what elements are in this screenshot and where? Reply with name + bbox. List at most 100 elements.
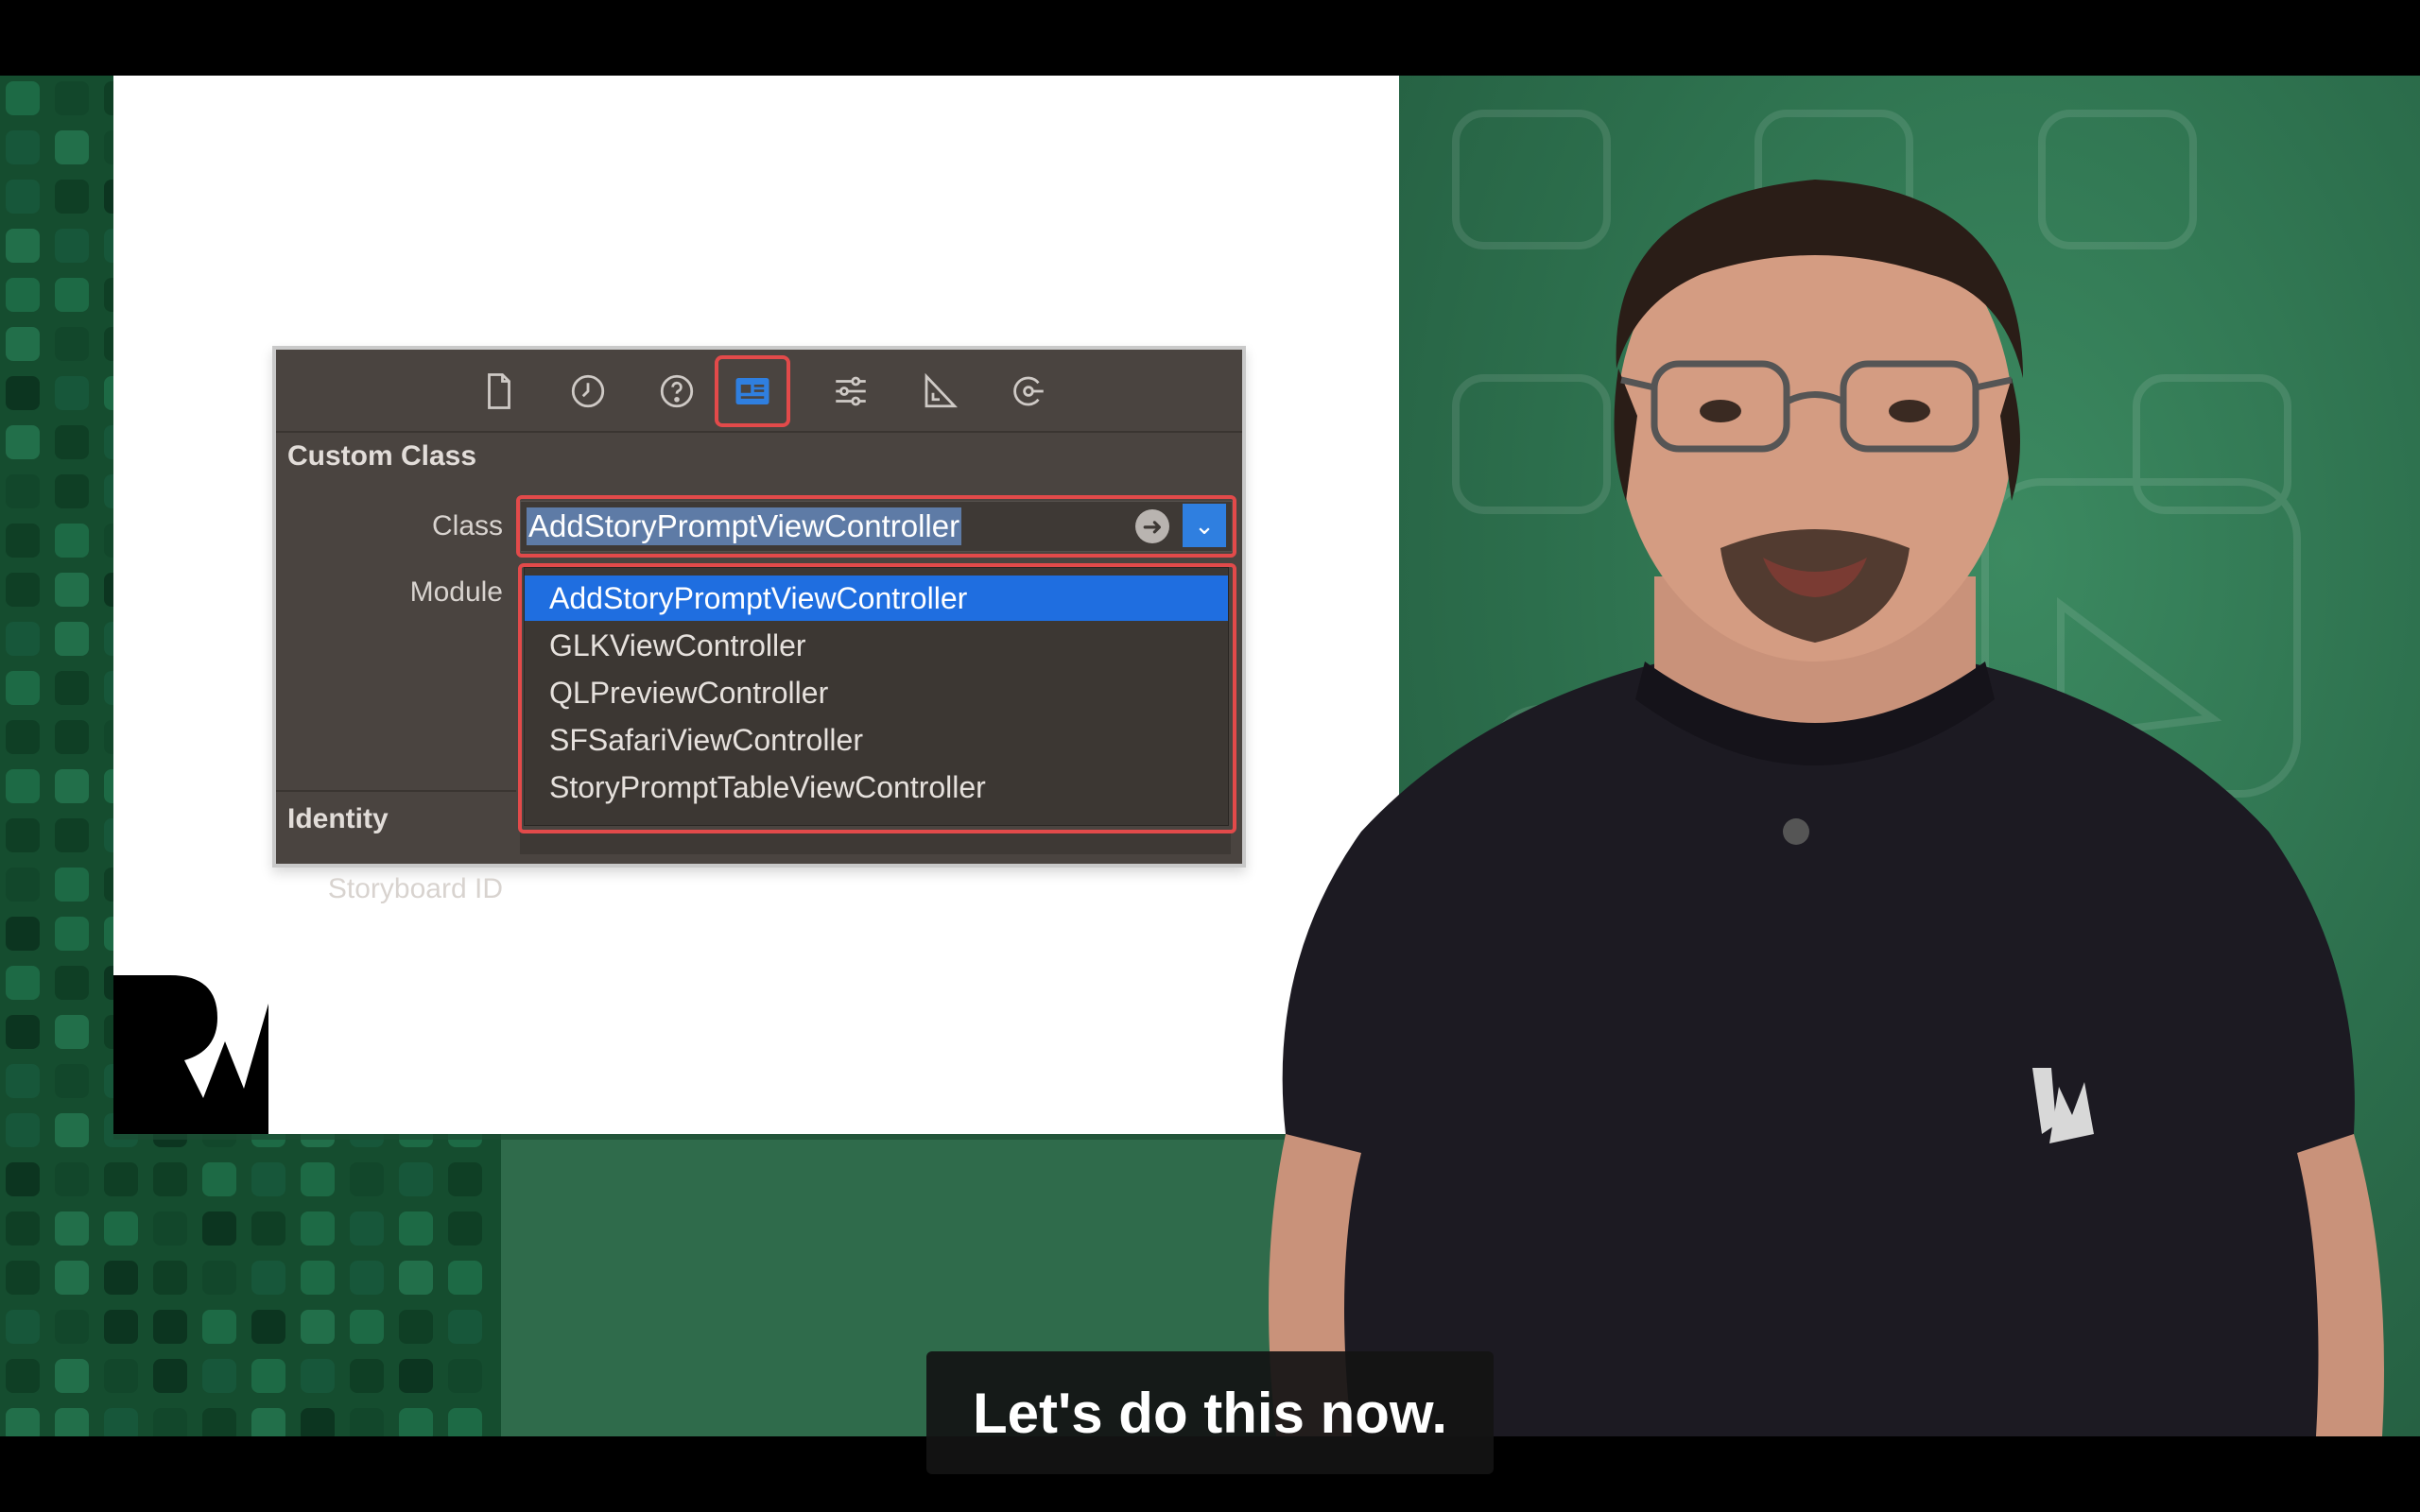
background-tile [6, 1261, 40, 1295]
background-tile [202, 1261, 236, 1295]
background-tile [55, 1162, 89, 1196]
background-tile [55, 868, 89, 902]
background-tile [202, 1359, 236, 1393]
background-tile [55, 278, 89, 312]
file-icon[interactable] [475, 367, 524, 416]
section-custom-class: Custom Class [287, 440, 477, 472]
background-tile [55, 425, 89, 459]
background-tile [399, 1408, 433, 1436]
background-tile [6, 966, 40, 1000]
storyboard-id-label: Storyboard ID [327, 873, 503, 904]
background-tile [251, 1211, 285, 1246]
background-tile [6, 1310, 40, 1344]
rw-logo-icon [113, 975, 268, 1134]
background-tile [301, 1162, 335, 1196]
background-tile [6, 868, 40, 902]
background-tile [55, 818, 89, 852]
clock-icon[interactable] [563, 367, 613, 416]
background-tile [55, 376, 89, 410]
background-tile [6, 1211, 40, 1246]
class-label: Class [431, 510, 503, 541]
inspector-toolbar [276, 350, 1242, 433]
section-identity: Identity [287, 803, 389, 834]
background-tile [301, 1408, 335, 1436]
background-tile [6, 1113, 40, 1147]
background-tile [153, 1310, 187, 1344]
background-tile [448, 1162, 482, 1196]
background-tile [251, 1162, 285, 1196]
background-tile [448, 1408, 482, 1436]
background-tile [55, 1261, 89, 1295]
background-tile [55, 769, 89, 803]
background-tile [6, 1359, 40, 1393]
background-tile [350, 1310, 384, 1344]
size-icon[interactable] [915, 367, 964, 416]
background-tile [55, 573, 89, 607]
background-tile [350, 1211, 384, 1246]
background-tile [55, 671, 89, 705]
identity-inspector-icon[interactable] [728, 367, 777, 416]
background-tile [6, 278, 40, 312]
background-tile [55, 180, 89, 214]
presenter-image [1269, 180, 2384, 1436]
background-tile [251, 1261, 285, 1295]
background-tile [301, 1211, 335, 1246]
help-icon[interactable] [652, 367, 701, 416]
background-tile [6, 180, 40, 214]
background-tile [202, 1162, 236, 1196]
background-tile [448, 1359, 482, 1393]
identity-inspector-panel: Custom Class Class AddStoryPromptViewCon… [272, 346, 1246, 904]
background-tile [6, 818, 40, 852]
video-frame: Custom Class Class AddStoryPromptViewCon… [0, 0, 2420, 1512]
subtitle-caption: Let's do this now. [926, 1351, 1494, 1474]
background-tile [153, 1162, 187, 1196]
background-tile [6, 81, 40, 115]
background-tile [448, 1211, 482, 1246]
background-tile [448, 1310, 482, 1344]
background-tile [55, 524, 89, 558]
background-tile [202, 1310, 236, 1344]
identity-divider [276, 790, 516, 792]
background-tile [202, 1211, 236, 1246]
class-field-highlight [516, 495, 1236, 558]
background-tile [6, 1408, 40, 1436]
background-tile [251, 1359, 285, 1393]
background-tile [55, 1310, 89, 1344]
background-tile [448, 1261, 482, 1295]
connections-icon[interactable] [1004, 367, 1053, 416]
module-label: Module [409, 576, 503, 608]
background-tile [251, 1408, 285, 1436]
background-tile [350, 1408, 384, 1436]
background-tile [55, 1113, 89, 1147]
background-tile [399, 1261, 433, 1295]
background-tile [251, 1310, 285, 1344]
background-tile [55, 1064, 89, 1098]
background-tile [6, 573, 40, 607]
attributes-icon[interactable] [826, 367, 875, 416]
background-tile [301, 1261, 335, 1295]
background-tile [202, 1408, 236, 1436]
background-tile [55, 720, 89, 754]
background-tile [55, 917, 89, 951]
background-tile [55, 622, 89, 656]
background-tile [6, 425, 40, 459]
background-tile [350, 1162, 384, 1196]
background-tile [55, 1359, 89, 1393]
background-tile [6, 474, 40, 508]
background-tile [55, 1015, 89, 1049]
background-tile [104, 1162, 138, 1196]
background-tile [6, 622, 40, 656]
background-tile [6, 327, 40, 361]
background-tile [55, 130, 89, 164]
background-tile [104, 1211, 138, 1246]
background-tile [350, 1261, 384, 1295]
background-tile [55, 1211, 89, 1246]
background-tile [104, 1310, 138, 1344]
video-content: Custom Class Class AddStoryPromptViewCon… [0, 76, 2420, 1436]
background-tile [6, 1064, 40, 1098]
slide-shadow [113, 1134, 1399, 1140]
background-tile [6, 229, 40, 263]
background-tile [6, 1162, 40, 1196]
background-tile [6, 524, 40, 558]
background-tile [55, 81, 89, 115]
